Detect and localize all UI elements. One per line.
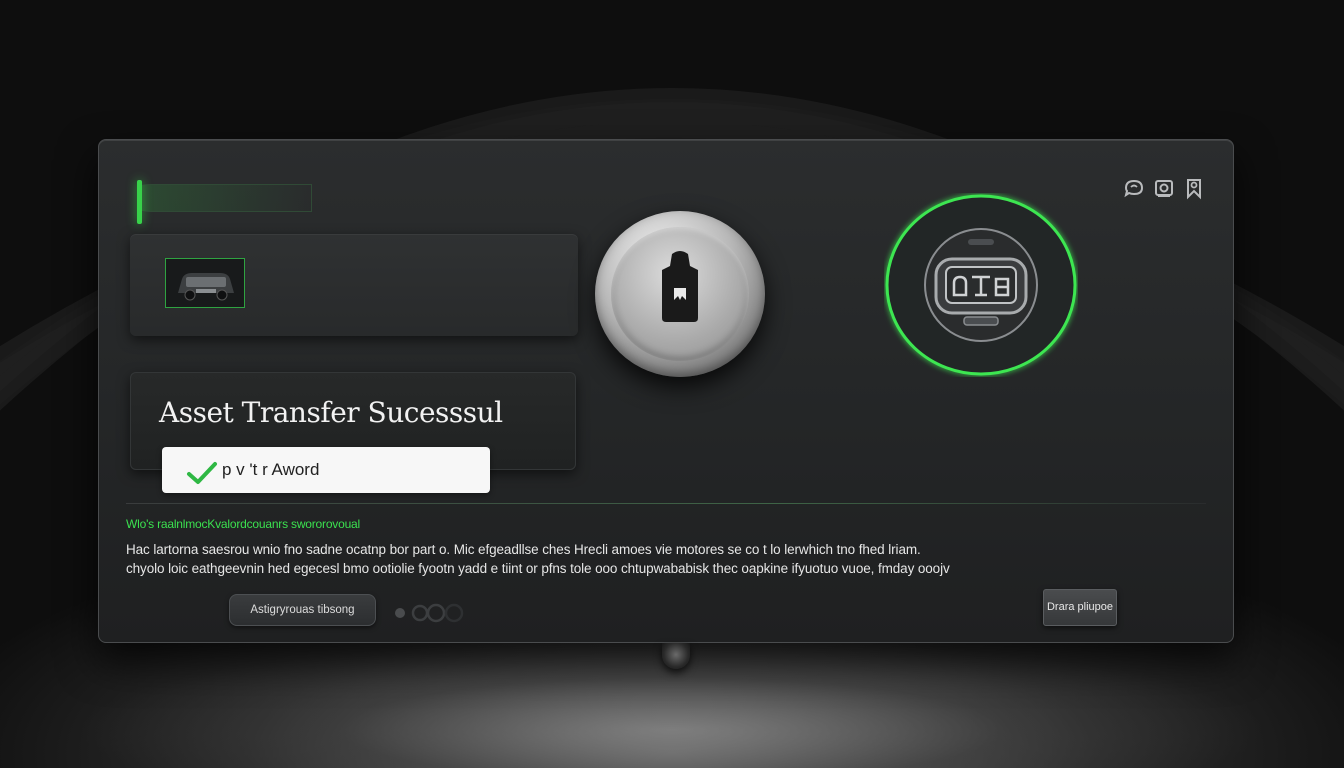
details-text: Hac lartorna saesrou wnio fno sadne ocat…	[126, 540, 1126, 578]
pager-dots-icon	[395, 603, 464, 623]
device-status-ring	[885, 194, 1077, 376]
device-icon	[924, 228, 1038, 342]
details-line-1: Hac lartorna saesrou wnio fno sadne ocat…	[126, 542, 921, 557]
lock-icon	[662, 251, 698, 322]
camera-icon[interactable]	[1152, 175, 1176, 201]
primary-action-button[interactable]: Drara pliupoe	[1043, 589, 1117, 626]
secondary-action-button[interactable]: Astigryrouas tibsong	[229, 594, 376, 626]
accent-line	[142, 184, 312, 212]
header-icons	[1118, 175, 1208, 201]
bookmark-icon[interactable]	[1182, 175, 1206, 201]
section-divider	[126, 503, 1206, 504]
asset-thumbnail	[165, 258, 245, 308]
checkmark-icon	[187, 462, 217, 484]
chat-icon[interactable]	[1122, 175, 1146, 201]
car-icon	[166, 259, 244, 307]
award-text: p v 't r Aword	[222, 460, 320, 479]
page-title: Asset Transfer Sucesssul	[159, 396, 503, 429]
details-link[interactable]: Wlo's raalnlmocKvalordcouanrs swororovou…	[126, 517, 360, 531]
details-line-2: chyolo loic eathgeevnin hed egecesl bmo …	[126, 561, 950, 576]
